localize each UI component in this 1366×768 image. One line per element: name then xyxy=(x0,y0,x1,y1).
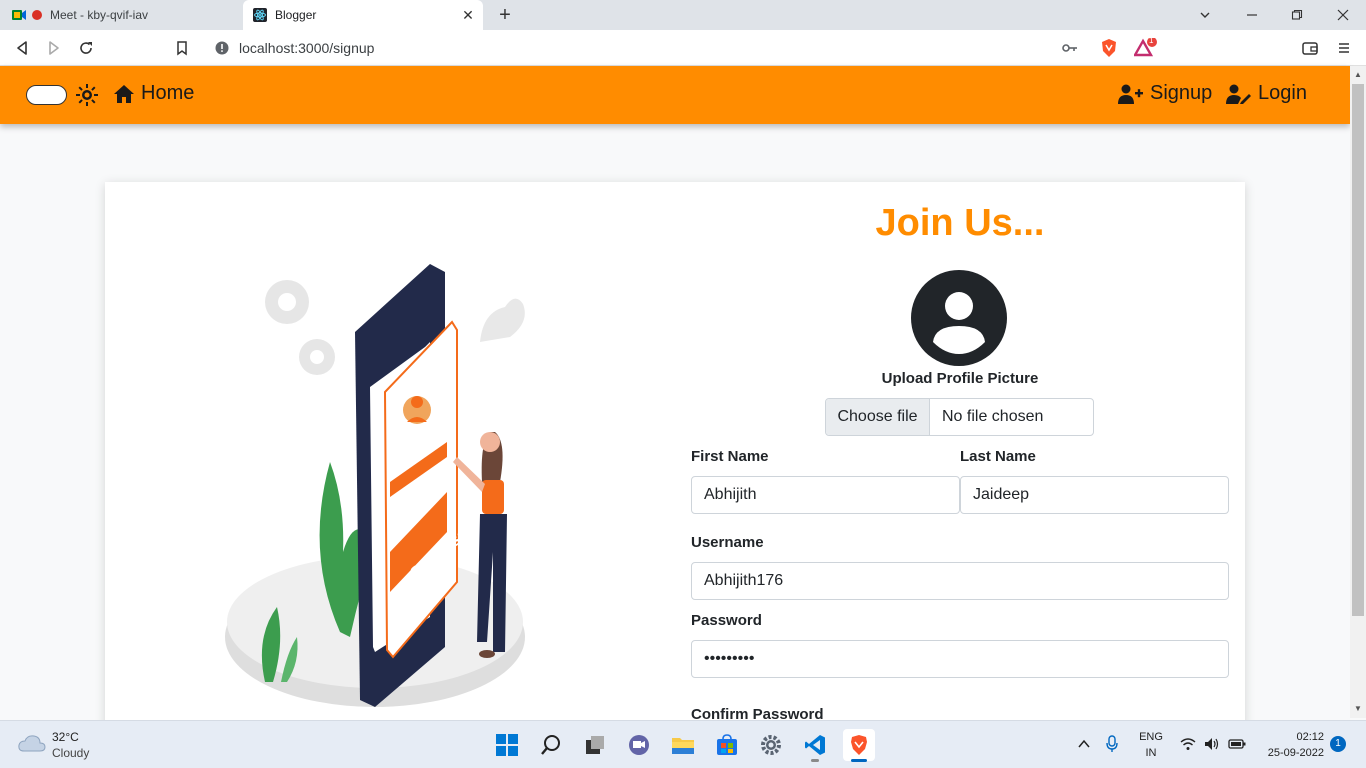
forward-icon[interactable] xyxy=(44,38,64,58)
restore-icon[interactable] xyxy=(1287,5,1307,25)
store-icon[interactable] xyxy=(711,729,743,761)
active-indicator xyxy=(851,759,867,762)
search-icon[interactable] xyxy=(535,729,567,761)
scroll-thumb[interactable] xyxy=(1352,84,1364,616)
tab-blogger[interactable]: Blogger ✕ xyxy=(243,0,483,30)
first-name-label: First Name xyxy=(691,448,769,465)
teams-chat-icon[interactable] xyxy=(623,729,655,761)
tab-meet[interactable]: Meet - kby-qvif-iav xyxy=(0,0,240,30)
language-region: IN xyxy=(1145,747,1157,759)
site-info-icon[interactable] xyxy=(215,41,229,60)
new-tab-button[interactable]: + xyxy=(495,5,515,25)
page-scrollbar[interactable]: ▲ ▼ xyxy=(1350,66,1366,718)
cloud-icon[interactable] xyxy=(18,733,46,758)
home-icon xyxy=(114,84,134,103)
nav-home-label: Home xyxy=(141,82,195,104)
last-name-label: Last Name xyxy=(960,448,1036,465)
avatar-icon[interactable] xyxy=(911,270,1007,366)
wallet-icon[interactable] xyxy=(1300,38,1320,58)
vscode-icon[interactable] xyxy=(799,729,831,762)
file-status-text: No file chosen xyxy=(942,408,1044,425)
battery-icon[interactable] xyxy=(1228,737,1246,756)
nav-signup-label: Signup xyxy=(1150,82,1213,104)
react-icon xyxy=(253,8,267,22)
brave-browser-icon[interactable] xyxy=(843,729,875,762)
user-plus-icon xyxy=(1118,84,1143,104)
weather-description: Cloudy xyxy=(52,746,90,760)
choose-file-button[interactable]: Choose file xyxy=(826,399,930,435)
password-field[interactable] xyxy=(691,640,1229,678)
file-explorer-icon[interactable] xyxy=(667,729,699,761)
bookmark-icon[interactable] xyxy=(172,38,192,58)
brave-rewards-icon[interactable]: 1 xyxy=(1132,36,1157,58)
first-name-field[interactable] xyxy=(691,476,960,514)
language-code[interactable]: ENG xyxy=(1136,731,1166,743)
back-icon[interactable] xyxy=(12,38,32,58)
close-window-icon[interactable] xyxy=(1333,5,1353,25)
upload-picture-label: Upload Profile Picture xyxy=(881,370,1039,387)
key-icon[interactable] xyxy=(1062,41,1078,60)
microphone-icon[interactable] xyxy=(1105,735,1119,758)
nav-login-link[interactable]: Login xyxy=(1226,82,1307,105)
notification-badge[interactable]: 1 xyxy=(1330,736,1346,752)
tab-search-icon[interactable] xyxy=(1195,5,1215,25)
username-field[interactable] xyxy=(691,562,1229,600)
brave-shields-icon[interactable] xyxy=(1099,38,1119,58)
address-bar[interactable]: localhost:3000/signup xyxy=(205,34,1090,62)
settings-gear-icon[interactable] xyxy=(755,729,787,761)
volume-icon[interactable] xyxy=(1204,737,1220,756)
url-text: localhost:3000/signup xyxy=(239,40,375,56)
nav-signup-link[interactable]: Signup xyxy=(1118,82,1212,105)
windows-start-icon[interactable] xyxy=(491,729,523,761)
meet-icon xyxy=(12,8,26,22)
tab-title: Blogger xyxy=(275,8,317,22)
wifi-icon[interactable] xyxy=(1180,737,1196,756)
taskbar: 32°C Cloudy ENG IN 02:12 25-09-2022 xyxy=(0,720,1366,768)
task-view-icon[interactable] xyxy=(579,729,611,761)
signup-illustration: Success! xyxy=(225,252,555,722)
nav-home-link[interactable]: Home xyxy=(113,82,194,105)
weather-temperature: 32°C xyxy=(52,730,79,744)
tab-title: Meet - kby-qvif-iav xyxy=(50,8,149,22)
signup-card: Success! Join Us... Upload Profile Pictu… xyxy=(105,182,1245,742)
last-name-field[interactable] xyxy=(960,476,1229,514)
scroll-up-icon[interactable]: ▲ xyxy=(1354,70,1362,79)
scroll-down-icon[interactable]: ▼ xyxy=(1354,704,1362,713)
clock-date: 25-09-2022 xyxy=(1267,747,1324,759)
sun-icon[interactable] xyxy=(76,84,98,111)
rewards-count: 1 xyxy=(1149,36,1154,45)
browser-tabstrip: Meet - kby-qvif-iav Blogger ✕ + xyxy=(0,0,1366,30)
nav-login-label: Login xyxy=(1258,82,1307,104)
password-label: Password xyxy=(691,612,762,629)
reload-icon[interactable] xyxy=(76,38,96,58)
page-title: Join Us... xyxy=(875,202,1045,244)
chevron-up-icon[interactable] xyxy=(1077,737,1091,756)
file-input[interactable]: Choose file No file chosen xyxy=(825,398,1094,436)
username-label: Username xyxy=(691,534,764,551)
running-indicator xyxy=(811,759,819,762)
browser-toolbar: localhost:3000/signup 1 xyxy=(0,30,1366,66)
user-edit-icon xyxy=(1226,84,1251,104)
clock-time[interactable]: 02:12 xyxy=(1258,731,1324,743)
close-tab-icon[interactable]: ✕ xyxy=(461,8,475,22)
app-navbar: Home Signup Login xyxy=(0,66,1350,124)
recording-dot-icon xyxy=(32,10,42,20)
minimize-icon[interactable] xyxy=(1242,5,1262,25)
theme-toggle[interactable] xyxy=(26,85,67,105)
menu-icon[interactable] xyxy=(1334,38,1354,58)
